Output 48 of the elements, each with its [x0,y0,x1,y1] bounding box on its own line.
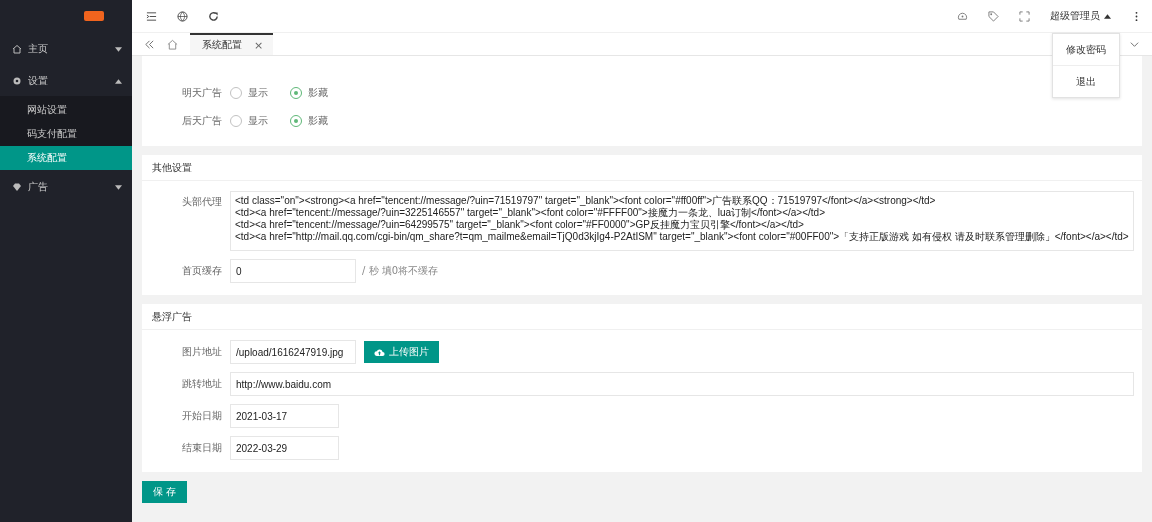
field-label: 后天广告 [181,114,223,128]
sidebar-item[interactable]: 设置 [0,66,132,96]
field-label: 结束日期 [181,441,223,455]
menu-item[interactable]: 修改密码 [1053,34,1119,66]
radio-option[interactable]: 影藏 [290,86,328,100]
double-left-icon[interactable] [144,38,155,50]
globe-icon[interactable] [177,10,188,22]
sidebar-item[interactable]: 主页 [0,34,132,64]
hint-text: / 秒 填0将不缓存 [362,264,439,278]
sidebar-item[interactable]: 广告 [0,172,132,202]
field-label: 跳转地址 [181,377,223,391]
field-label: 图片地址 [181,345,223,359]
logo-badge [84,11,104,21]
menu-icon[interactable] [146,10,157,22]
caret-icon [115,184,122,190]
tab[interactable]: 系统配置 × [190,33,274,55]
sidebar-subitem[interactable]: 系统配置 [0,146,132,170]
gear-icon [12,76,22,86]
section-title: 悬浮广告 [142,304,1142,330]
radio-option[interactable]: 显示 [230,114,268,128]
diamond-icon [12,182,22,192]
radio-option[interactable]: 显示 [230,86,268,100]
close-icon[interactable]: × [254,38,264,52]
save-button[interactable]: 保 存 [142,481,188,503]
caret-icon [115,46,122,52]
refresh-icon[interactable] [208,10,219,22]
menu-item[interactable]: 退出 [1053,66,1119,97]
field-label: 开始日期 [181,409,223,423]
caret-icon [1104,13,1111,19]
radio-option[interactable]: 影藏 [290,114,328,128]
section-title: 其他设置 [142,155,1142,181]
date-field[interactable]: 2022-03-29 [230,436,339,460]
cloud-upload-icon [374,348,385,356]
caret-icon [115,78,122,84]
field-label: 头部代理 [181,195,223,209]
tab-label: 系统配置 [202,38,242,52]
code-textarea[interactable]: <td class="on"><strong><a href="tencent://message/?uin=71519797" target="_blank"><font color="#ff00ff">广告联系QQ：71519797</font></a><strong></td> <td><a href="tencent://message/?uin=3225146557" target="_blank"><font color="#FFFF00">接魔力一条龙、lua订制</font></a></td> <td><a href="tencent://message/?uin=64299575" target="_blank"><font color="#FF0000">GP反挂魔力宝贝引擎</font></a></td> <td><a href="http://mail.qq.com/cgi-bin/qm_share?t=qm_mailme&email=TjQ0d3kjIg4-P2AtISM" target="_blank"><font color="#00FF00">「支持正版游戏 如有侵权 请及时联系管理删除」</font></a></td> [230,191,1134,251]
upload-button[interactable]: 上传图片 [364,341,439,363]
sidebar-subitem[interactable]: 网站设置 [0,98,132,122]
home-icon [12,44,22,54]
input-field[interactable]: 0 [230,259,356,283]
field-label: 首页缓存 [181,264,223,278]
date-field[interactable]: 2021-03-17 [230,404,339,428]
sidebar-subitem[interactable]: 码支付配置 [0,122,132,146]
user-menu[interactable]: 超级管理员 [1050,9,1111,23]
input-field[interactable]: http://www.baidu.com [230,372,1134,396]
field-label: 明天广告 [181,86,223,100]
input-field[interactable]: /upload/1616247919.jpg [230,340,356,364]
